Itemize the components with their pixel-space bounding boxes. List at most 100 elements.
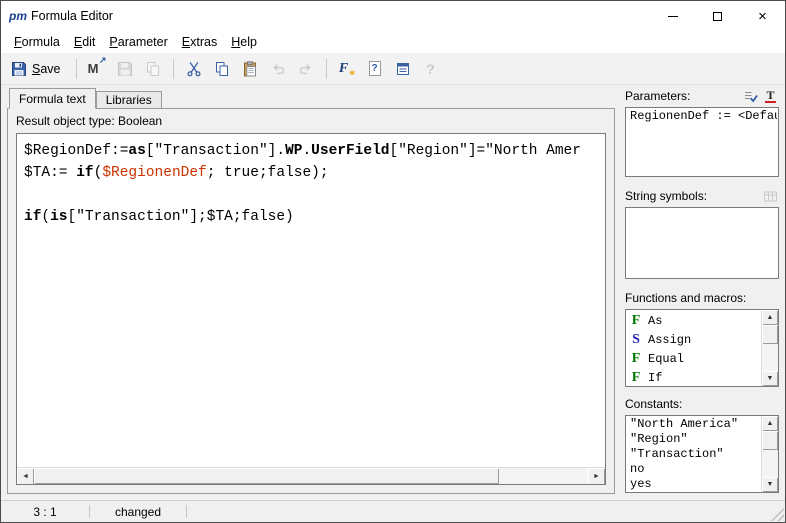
minimize-button[interactable] (650, 1, 695, 31)
undo-icon (270, 61, 286, 77)
string-symbols-icon (763, 189, 778, 204)
code-line: $RegionDef:=as["Transaction"].WP.UserFie… (24, 140, 601, 162)
function-name: Assign (648, 333, 691, 347)
parameter-type-icon: T (765, 89, 775, 103)
tab-libraries[interactable]: Libraries (96, 91, 162, 109)
vertical-scroll-track[interactable] (762, 431, 778, 477)
menu-parameter[interactable]: Parameter (102, 31, 174, 53)
check-parameters-icon (743, 89, 758, 104)
macro-letter: M (88, 61, 99, 76)
redo-icon (298, 61, 314, 77)
check-formula-button[interactable]: F* (334, 57, 360, 81)
close-button[interactable]: × (740, 1, 785, 31)
toolbar-separator (326, 59, 327, 79)
scroll-left-icon: ◄ (22, 473, 29, 480)
scroll-down-icon: ▼ (767, 375, 774, 382)
formula-code: $RegionDef:=as["Transaction"].WP.UserFie… (24, 140, 601, 228)
menu-help[interactable]: Help (224, 31, 264, 53)
editor-horizontal-scrollbar[interactable]: ◄ ► (17, 467, 605, 484)
undo-button[interactable] (265, 57, 291, 81)
scroll-up-button[interactable]: ▲ (762, 310, 778, 325)
maximize-button[interactable] (695, 1, 740, 31)
vertical-scroll-track[interactable] (762, 325, 778, 371)
parameters-list-items: RegionenDef := <Defau (627, 109, 777, 175)
scroll-left-button[interactable]: ◄ (17, 468, 34, 485)
formula-preview-button[interactable] (390, 57, 416, 81)
context-help-button[interactable]: ? (362, 57, 388, 81)
app-icon: pm (9, 9, 31, 23)
redo-button[interactable] (293, 57, 319, 81)
scroll-right-button[interactable]: ► (588, 468, 605, 485)
constant-item[interactable]: "Transaction" (627, 447, 761, 462)
insert-parameter-button[interactable]: M↗ (84, 57, 110, 81)
formula-editor-textarea[interactable]: $RegionDef:=as["Transaction"].WP.UserFie… (16, 133, 606, 485)
scroll-right-icon: ► (593, 473, 600, 480)
check-formula-icon: F* (339, 62, 354, 76)
paste-button[interactable] (237, 57, 263, 81)
function-item[interactable]: FAs (627, 311, 761, 330)
modified-indicator: changed (90, 501, 186, 522)
parameters-actions: T (742, 88, 779, 104)
toolbar-separator (76, 59, 77, 79)
constant-item[interactable]: yes (627, 477, 761, 491)
context-help-icon: ? (369, 61, 381, 76)
string-symbols-actions (762, 188, 779, 204)
function-item[interactable]: SAssign (627, 330, 761, 349)
scroll-down-button[interactable]: ▼ (762, 371, 778, 386)
scroll-down-button[interactable]: ▼ (762, 477, 778, 492)
constants-list[interactable]: "North America""Region""Transaction"noye… (625, 415, 779, 493)
cursor-position: 3 : 1 (1, 501, 89, 522)
string-symbols-label: String symbols: (625, 189, 707, 203)
parameter-item[interactable]: RegionenDef := <Defau (627, 109, 777, 124)
window-controls: × (650, 1, 785, 31)
toolbar-separator (173, 59, 174, 79)
formula-text-pane: Result object type: Boolean $RegionDef:=… (7, 108, 615, 494)
parameter-types-button[interactable]: T (762, 88, 779, 104)
horizontal-scroll-thumb[interactable] (34, 468, 499, 484)
main-content: Formula textLibraries Result object type… (1, 85, 785, 500)
function-letter-icon: F (631, 352, 641, 366)
save-icon (11, 61, 27, 77)
copy-to-library-button[interactable] (140, 57, 166, 81)
tab-formula-text[interactable]: Formula text (9, 88, 96, 109)
formula-letter: F (339, 61, 348, 76)
string-symbols-list[interactable] (625, 207, 779, 279)
parameters-list[interactable]: RegionenDef := <Defau (625, 107, 779, 177)
status-bar: 3 : 1 changed (1, 500, 785, 522)
parameters-label: Parameters: (625, 89, 690, 103)
constant-item[interactable]: "North America" (627, 417, 761, 432)
window-title: Formula Editor (31, 9, 113, 23)
menu-edit[interactable]: Edit (67, 31, 103, 53)
copy-button[interactable] (209, 57, 235, 81)
edit-string-symbols-button[interactable] (762, 188, 779, 204)
save-button-label: Save (32, 62, 61, 76)
functions-header: Functions and macros: (625, 289, 779, 307)
constant-item[interactable]: "Region" (627, 432, 761, 447)
help-button[interactable]: ? (418, 57, 444, 81)
function-item[interactable]: FIf (627, 368, 761, 385)
cut-icon (186, 61, 202, 77)
cut-button[interactable] (181, 57, 207, 81)
parameters-header: Parameters: T (625, 87, 779, 105)
function-item[interactable]: FEqual (627, 349, 761, 368)
vertical-scroll-thumb[interactable] (762, 325, 778, 344)
save-to-library-button[interactable] (112, 57, 138, 81)
constants-scrollbar[interactable]: ▲ ▼ (761, 416, 778, 492)
constants-list-items: "North America""Region""Transaction"noye… (627, 417, 761, 491)
scroll-up-button[interactable]: ▲ (762, 416, 778, 431)
insert-parameter-icon: M↗ (88, 62, 106, 75)
vertical-scroll-thumb[interactable] (762, 431, 778, 450)
check-parameters-button[interactable] (742, 88, 759, 104)
save-button[interactable]: Save (9, 57, 69, 81)
menu-bar: FormulaEditParameterExtrasHelp (1, 31, 785, 53)
string-symbols-list-items (627, 209, 777, 277)
titlebar: pm Formula Editor × (1, 1, 785, 31)
copy-to-library-icon (145, 61, 161, 77)
functions-scrollbar[interactable]: ▲ ▼ (761, 310, 778, 386)
scroll-up-icon: ▲ (767, 420, 774, 427)
menu-formula[interactable]: Formula (7, 31, 67, 53)
functions-list[interactable]: FAsSAssignFEqualFIf ▲ ▼ (625, 309, 779, 387)
constant-item[interactable]: no (627, 462, 761, 477)
menu-extras[interactable]: Extras (175, 31, 224, 53)
horizontal-scroll-track[interactable] (34, 468, 588, 484)
